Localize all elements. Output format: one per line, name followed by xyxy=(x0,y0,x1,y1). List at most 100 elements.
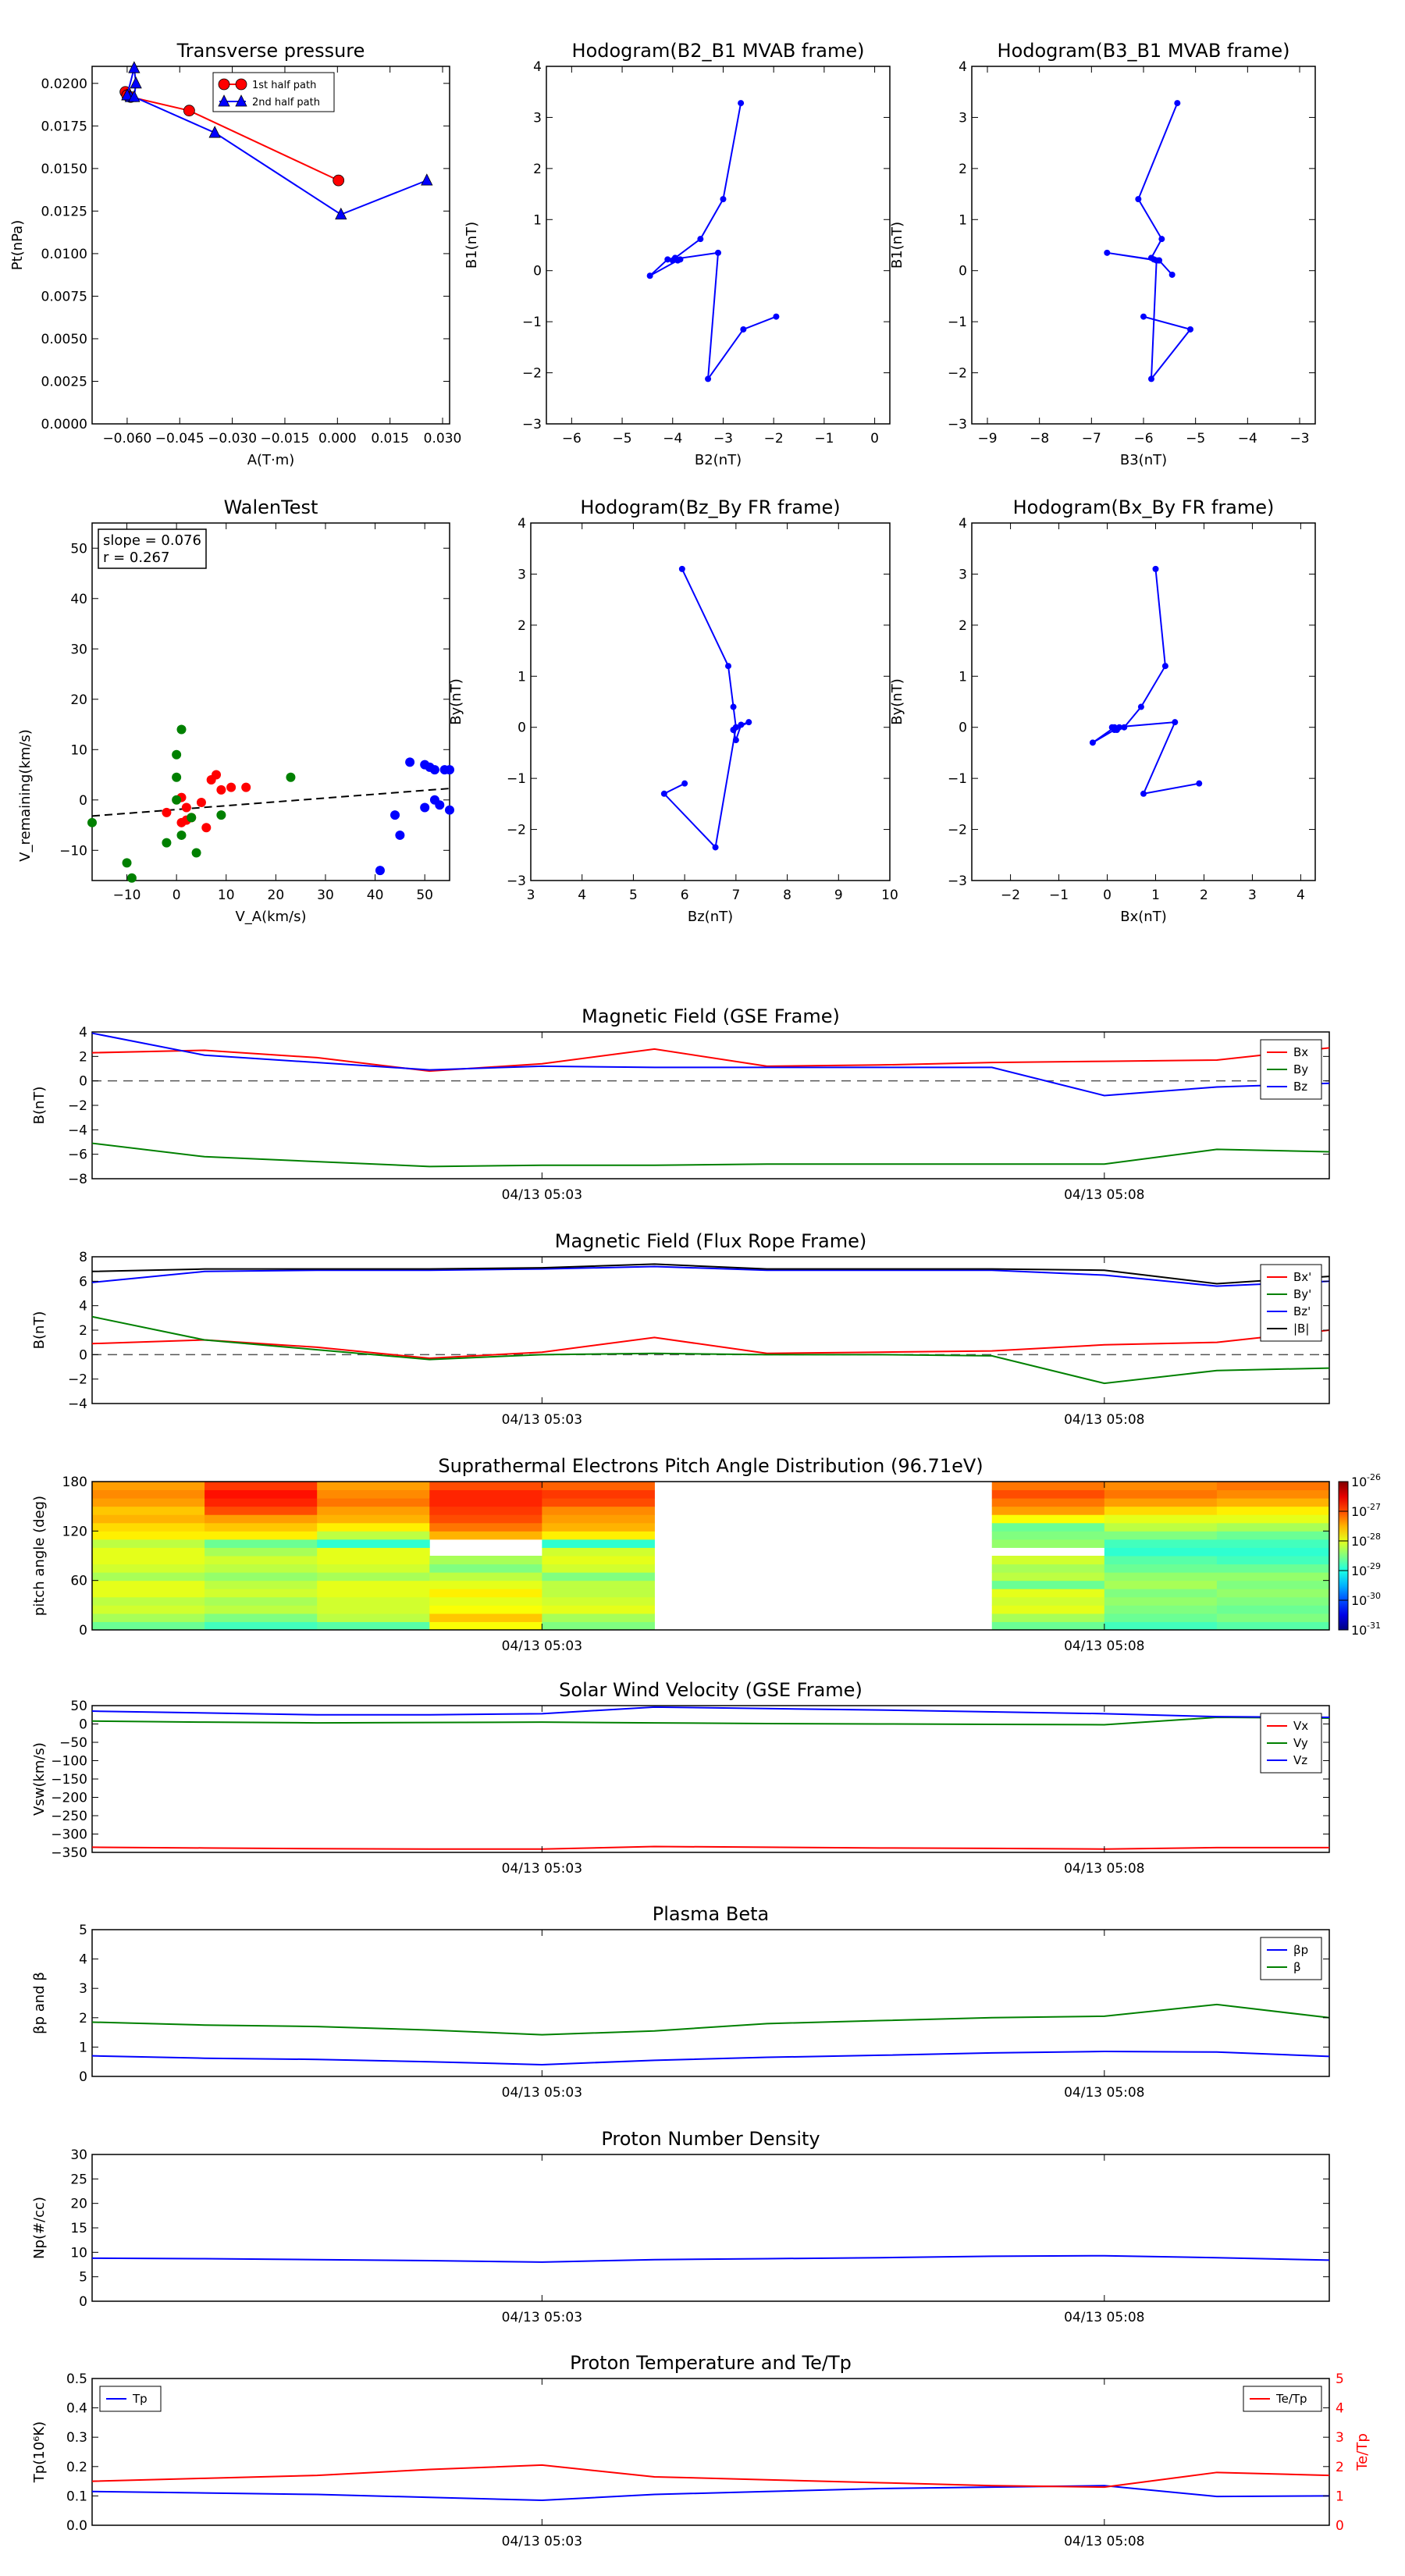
heatmap-cell xyxy=(1216,1531,1330,1540)
plot-frame xyxy=(546,66,891,425)
x-tick-label: 30 xyxy=(317,888,334,903)
heatmap-cell xyxy=(317,1613,430,1622)
heatmap-cell xyxy=(429,1482,542,1491)
x-tick-label: 04/13 05:03 xyxy=(502,2085,582,2101)
y-tick-label: 0.0175 xyxy=(41,119,87,134)
y-tick-label: 10 xyxy=(70,2245,87,2261)
heatmap-cell xyxy=(542,1589,655,1598)
y-tick-label: 0.0050 xyxy=(41,332,87,347)
y-tick-label: 4 xyxy=(533,59,542,75)
data-point xyxy=(191,848,201,858)
x-tick-label: 04/13 05:03 xyxy=(502,1412,582,1428)
heatmap-cell xyxy=(1104,1613,1218,1622)
heatmap-cell xyxy=(205,1489,318,1499)
legend-box xyxy=(1260,1264,1322,1342)
x-tick-label: 20 xyxy=(268,888,285,903)
heatmap-cell xyxy=(1104,1580,1218,1589)
panel-h3: Hodogram(Bz_By FR frame) −3 −2 −1 0 1 2 3 4 3 4 5 6 7… xyxy=(448,496,898,925)
y-tick-label: −2 xyxy=(948,823,967,838)
heatmap-cell xyxy=(317,1539,430,1548)
heatmap-cell xyxy=(317,1482,430,1491)
panel-walen: WalenTest −10 0 10 20 30 40 50 −10 0 10 20 30 40 50 V_A… xyxy=(17,496,454,925)
y-tick-label: 0 xyxy=(533,264,542,279)
series-line xyxy=(91,1032,1330,1097)
plot-frame xyxy=(530,522,891,881)
heatmap-cell xyxy=(542,1506,655,1515)
y-right-tick-label: 0 xyxy=(1336,2518,1344,2534)
x-tick-label: −0.015 xyxy=(260,431,309,447)
chart-title: WalenTest xyxy=(224,496,318,518)
y-tick-label: 0.0075 xyxy=(41,289,87,304)
heatmap-cell xyxy=(205,1531,318,1540)
y-tick-label: 3 xyxy=(533,110,542,126)
colorbar-tick-label: 10 xyxy=(1351,1534,1367,1549)
heatmap-cell xyxy=(205,1547,318,1557)
data-point xyxy=(176,830,187,840)
heatmap-cell xyxy=(317,1605,430,1614)
y-tick-label: −2 xyxy=(507,823,526,838)
plot-frame xyxy=(91,2154,1330,2302)
data-point xyxy=(218,78,230,91)
y-tick-label: 0.0000 xyxy=(41,417,87,432)
y-tick-label: 2 xyxy=(518,618,526,634)
x-tick-label: −8 xyxy=(1030,431,1049,447)
y-tick-label: 3 xyxy=(959,567,967,582)
data-point xyxy=(715,249,721,256)
y-tick-label: 0 xyxy=(959,264,967,279)
data-point xyxy=(176,817,187,827)
data-point xyxy=(126,873,137,883)
heatmap-cell xyxy=(1104,1514,1218,1524)
heatmap-cell xyxy=(1216,1564,1330,1573)
data-point xyxy=(1196,780,1203,787)
x-tick-label: 9 xyxy=(834,888,843,903)
legend-label: By xyxy=(1293,1062,1308,1076)
x-tick-label: 04/13 05:03 xyxy=(502,1861,582,1877)
data-point xyxy=(697,236,704,243)
y-tick-label: 2 xyxy=(533,162,542,177)
colorbar-tick-exponent: -30 xyxy=(1367,1591,1381,1601)
heatmap-cell xyxy=(991,1596,1105,1606)
data-point xyxy=(646,272,653,279)
x-tick-label: 04/13 05:03 xyxy=(502,2310,582,2325)
heatmap-cell xyxy=(1216,1580,1330,1589)
plot-frame xyxy=(971,66,1316,425)
x-tick-label: −5 xyxy=(613,431,632,447)
heatmap-cell xyxy=(429,1506,542,1515)
heatmap-cell xyxy=(205,1498,318,1507)
y-tick-label: 60 xyxy=(70,1574,87,1589)
y-tick-label: 10 xyxy=(70,742,87,758)
x-tick-label: 04/13 05:08 xyxy=(1064,1638,1144,1654)
heatmap-cell xyxy=(1104,1547,1218,1557)
heatmap-cell xyxy=(991,1564,1105,1573)
heatmap-cell xyxy=(429,1589,542,1598)
heatmap-cell xyxy=(1216,1613,1330,1622)
y-tick-label: −3 xyxy=(948,873,967,889)
y-axis-label: Tp(10⁶K) xyxy=(31,2421,48,2483)
chart-title: Magnetic Field (Flux Rope Frame) xyxy=(555,1230,866,1252)
y-tick-label: −4 xyxy=(68,1397,87,1412)
x-axis-label: B3(nT) xyxy=(1120,452,1167,468)
x-tick-label: 4 xyxy=(1297,888,1305,903)
y-tick-label: −1 xyxy=(522,315,542,330)
chart-title: Suprathermal Electrons Pitch Angle Distr… xyxy=(438,1455,983,1477)
heatmap-cell xyxy=(1216,1522,1330,1532)
y-tick-label: 3 xyxy=(79,1981,87,1997)
heatmap-cell xyxy=(991,1572,1105,1582)
x-tick-label: 04/13 05:08 xyxy=(1064,1861,1144,1877)
x-tick-label: −1 xyxy=(1049,888,1069,903)
y-axis-label: pitch angle (deg) xyxy=(31,1496,48,1616)
heatmap-cell xyxy=(542,1621,655,1631)
heatmap-cell xyxy=(991,1498,1105,1507)
data-point xyxy=(1111,724,1118,731)
y-axis-label: Vsw(km/s) xyxy=(31,1742,48,1816)
y-tick-label: 6 xyxy=(79,1274,87,1290)
data-point xyxy=(1135,196,1142,203)
x-tick-label: −5 xyxy=(1186,431,1205,447)
x-tick-label: 04/13 05:03 xyxy=(502,1638,582,1654)
plot-frame xyxy=(91,1031,1330,1179)
y-tick-label: 4 xyxy=(79,1952,87,1968)
x-tick-label: 04/13 05:03 xyxy=(502,2534,582,2549)
y-tick-label: 0 xyxy=(79,1347,87,1363)
series-line xyxy=(91,2051,1330,2065)
y-tick-label: 0.5 xyxy=(66,2371,87,2387)
